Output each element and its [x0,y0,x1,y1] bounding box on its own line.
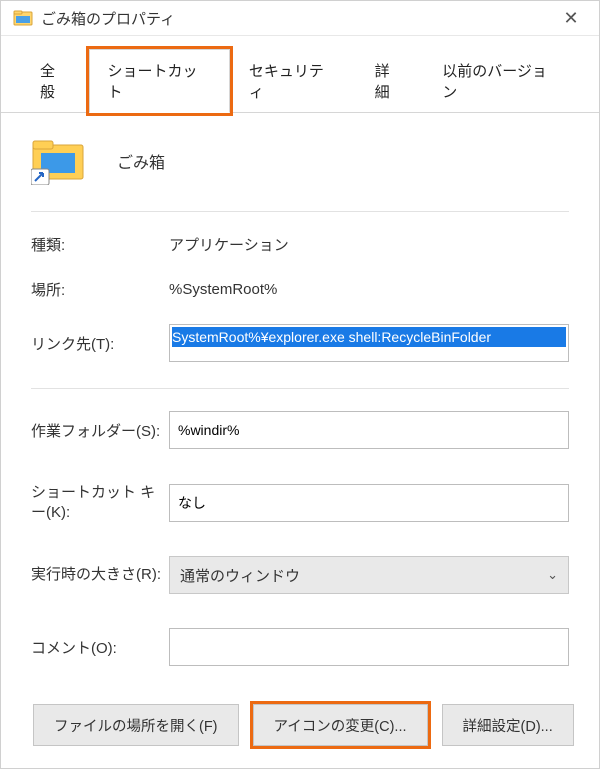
run-combobox[interactable]: 通常のウィンドウ ⌄ [169,556,569,594]
advanced-button[interactable]: 詳細設定(D)... [442,704,574,746]
properties-dialog: ごみ箱のプロパティ ✕ 全般 ショートカット セキュリティ 詳細 以前のバージョ… [0,0,600,769]
comment-label: コメント(O): [31,637,169,658]
startin-label: 作業フォルダー(S): [31,420,169,441]
title-bar: ごみ箱のプロパティ ✕ [1,1,599,36]
app-icon [13,8,33,28]
startin-input[interactable] [169,411,569,449]
target-value-selected: SystemRoot%¥explorer.exe shell:RecycleBi… [172,327,566,347]
type-value: アプリケーション [169,234,289,255]
button-row: ファイルの場所を開く(F) アイコンの変更(C)... 詳細設定(D)... [31,704,569,746]
shortcutkey-label: ショートカット キー(K): [31,483,169,522]
tab-security[interactable]: セキュリティ [230,49,356,113]
location-label: 場所: [31,279,169,300]
header-row: ごみ箱 [31,137,569,185]
close-icon: ✕ [563,8,578,29]
item-name: ごみ箱 [117,149,165,173]
tab-content: ごみ箱 種類: アプリケーション 場所: %SystemRoot% リンク先(T… [1,113,599,770]
type-label: 種類: [31,234,169,255]
change-icon-button[interactable]: アイコンの変更(C)... [253,704,428,746]
open-file-location-button[interactable]: ファイルの場所を開く(F) [33,704,239,746]
tab-strip: 全般 ショートカット セキュリティ 詳細 以前のバージョン [1,36,599,113]
chevron-down-icon: ⌄ [547,567,558,583]
tab-shortcut[interactable]: ショートカット [89,49,230,113]
separator [31,388,569,389]
tab-previous-versions[interactable]: 以前のバージョン [423,49,579,113]
separator [31,211,569,212]
comment-input[interactable] [169,628,569,666]
tab-general[interactable]: 全般 [21,49,89,113]
tab-details[interactable]: 詳細 [356,49,424,113]
run-label: 実行時の大きさ(R): [31,565,169,585]
shortcutkey-input[interactable] [169,484,569,522]
close-button[interactable]: ✕ [551,1,591,35]
target-label: リンク先(T): [31,333,169,354]
location-value: %SystemRoot% [169,281,277,298]
run-value: 通常のウィンドウ [180,565,300,586]
shortcut-folder-icon [31,137,85,185]
window-title: ごみ箱のプロパティ [41,8,551,29]
target-input[interactable]: SystemRoot%¥explorer.exe shell:RecycleBi… [169,324,569,362]
